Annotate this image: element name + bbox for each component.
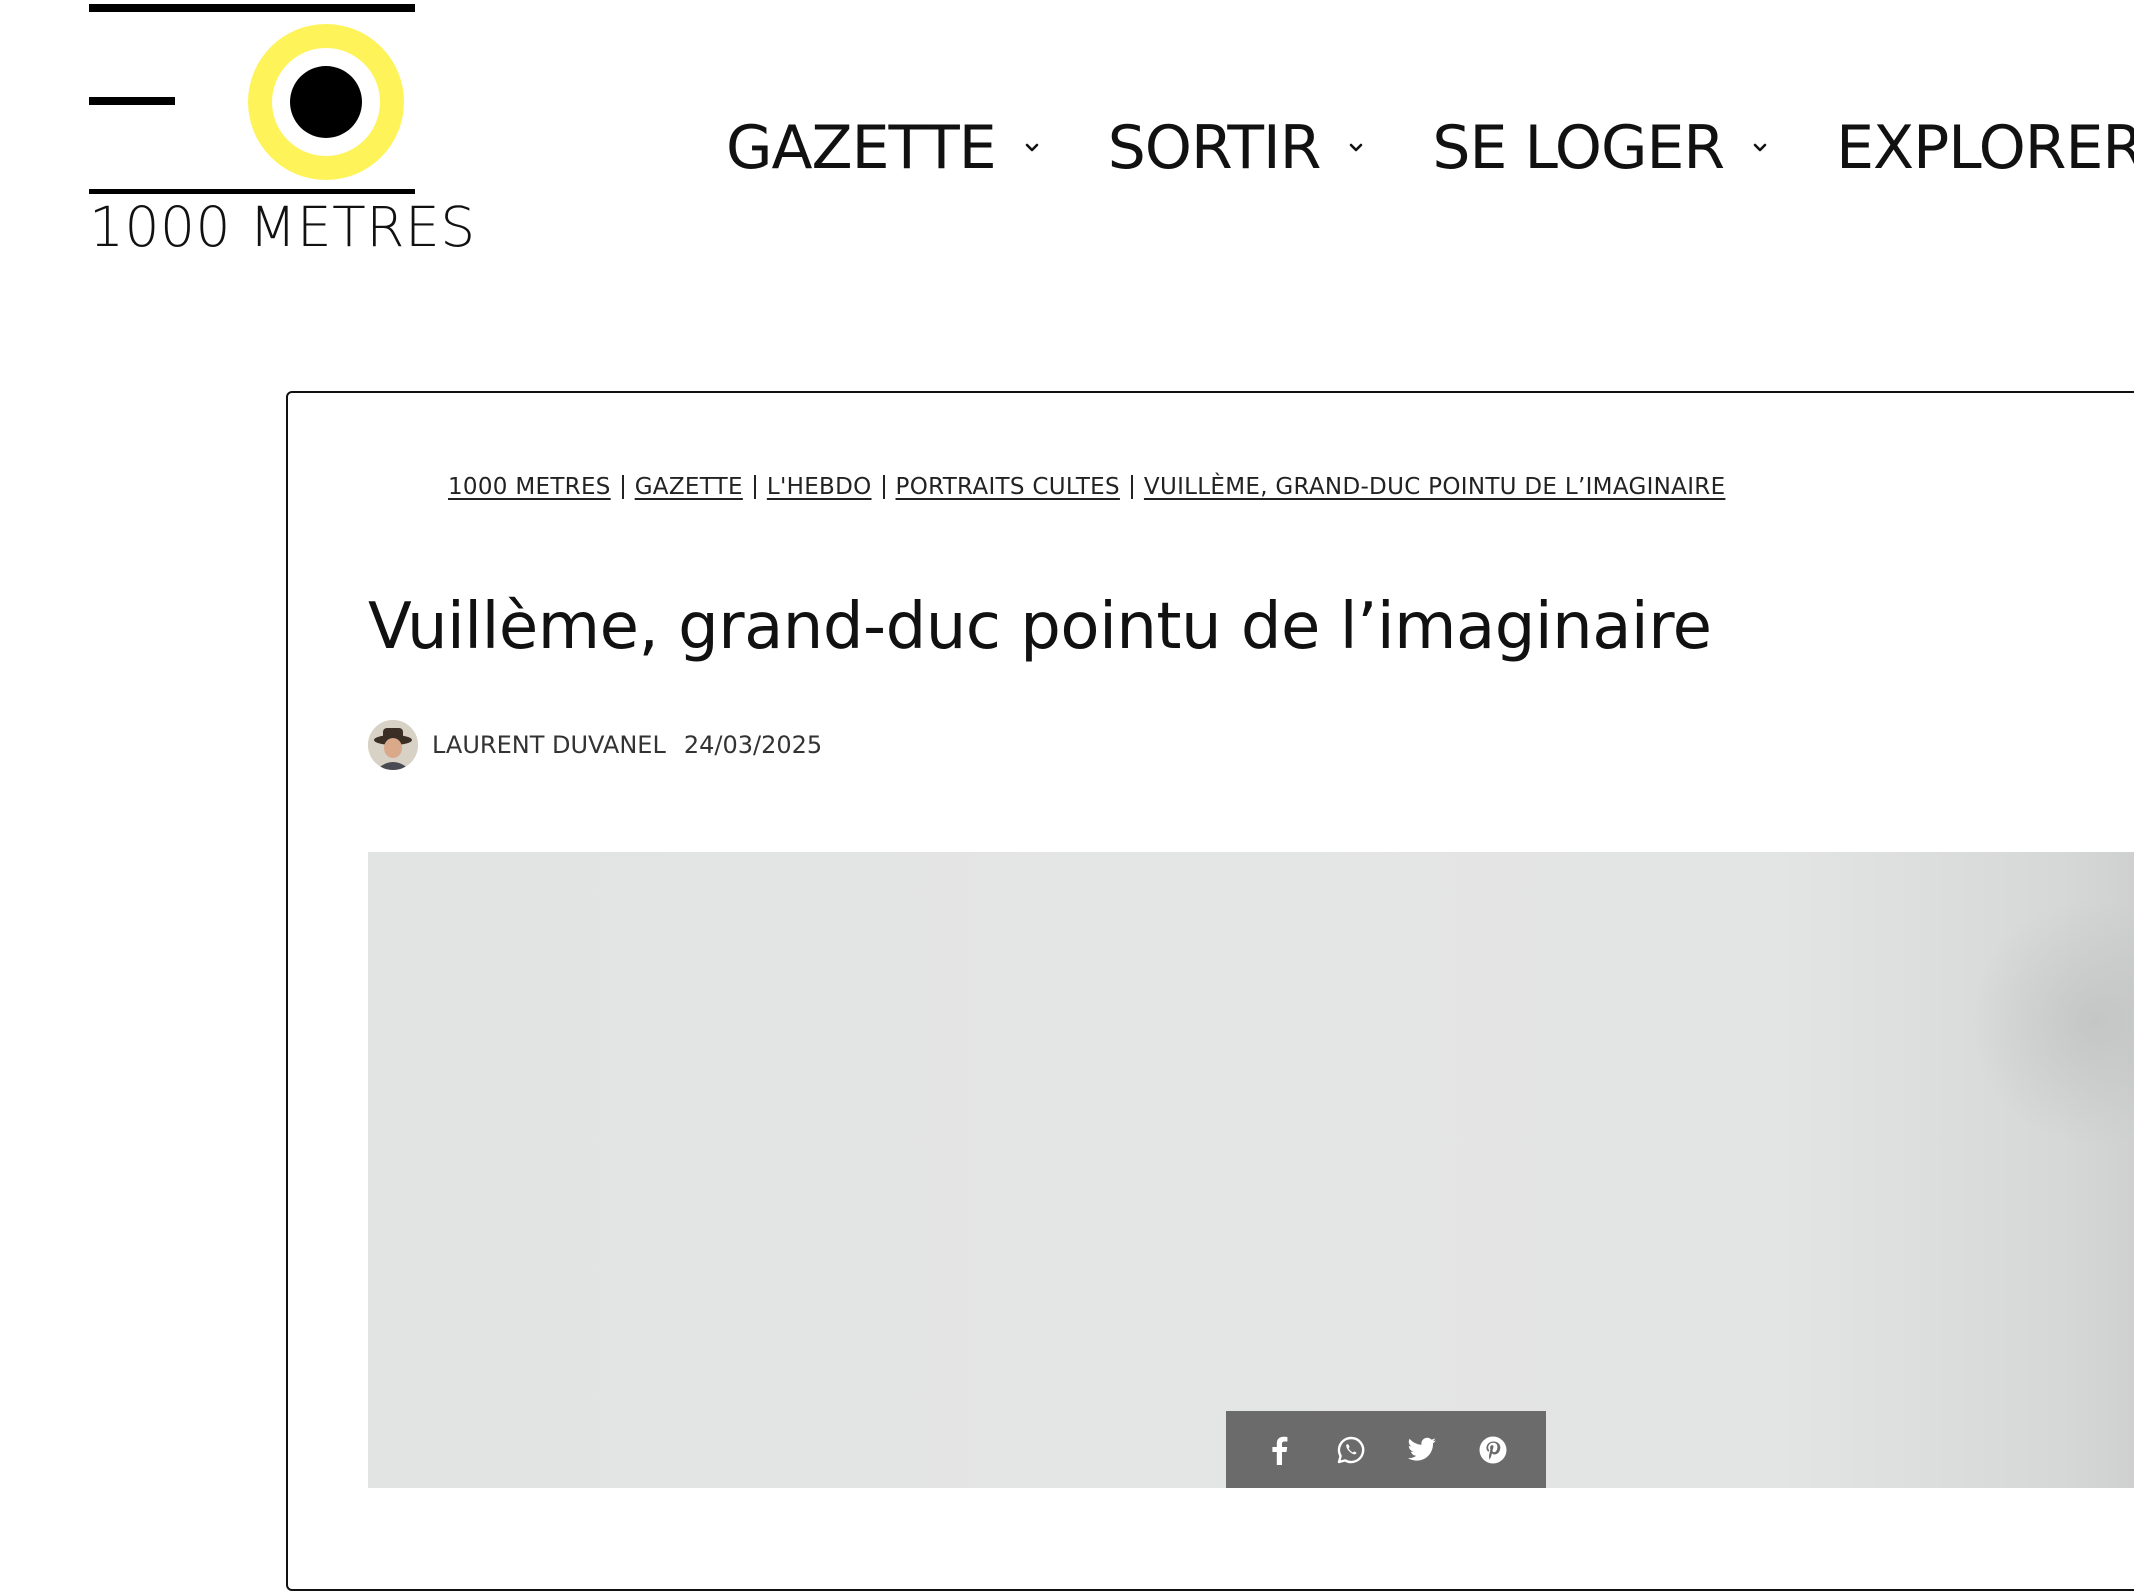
breadcrumb-link-hebdo[interactable]: L'HEBDO: [767, 474, 872, 500]
logo-text: 1000 METRES: [89, 195, 476, 259]
article-title: Vuillème, grand-duc pointu de l’imaginai…: [368, 590, 1712, 664]
chevron-down-icon: [1025, 143, 1039, 152]
breadcrumb-link-gazette[interactable]: GAZETTE: [635, 474, 743, 500]
share-twitter-button[interactable]: [1402, 1430, 1442, 1470]
chevron-down-icon: [1350, 143, 1363, 152]
site-logo[interactable]: 1000 METRES: [89, 4, 476, 259]
nav-label: SE LOGER: [1432, 113, 1725, 183]
nav-item-gazette[interactable]: GAZETTE: [726, 113, 1042, 183]
hero-image-shading: [1974, 892, 2134, 1152]
nav-label: EXPLORER: [1836, 113, 2134, 183]
author-avatar[interactable]: [368, 720, 418, 770]
breadcrumb-separator: [753, 475, 756, 499]
breadcrumb-separator: [621, 475, 624, 499]
byline: LAURENT DUVANEL 24/03/2025: [368, 720, 822, 770]
nav-item-sortir[interactable]: SORTIR: [1108, 113, 1367, 183]
whatsapp-icon: [1337, 1436, 1364, 1463]
hero-image: [368, 852, 2134, 1488]
logo-mark: [89, 4, 415, 194]
facebook-icon: [1271, 1436, 1287, 1465]
nav-item-explorer[interactable]: EXPLORER: [1836, 113, 2134, 183]
breadcrumb: 1000 METRES GAZETTE L'HEBDO PORTRAITS CU…: [448, 474, 1725, 500]
share-pinterest-button[interactable]: [1473, 1430, 1513, 1470]
twitter-icon: [1407, 1437, 1436, 1461]
breadcrumb-link-current[interactable]: VUILLÈME, GRAND-DUC POINTU DE L’IMAGINAI…: [1144, 474, 1725, 500]
author-name[interactable]: LAURENT DUVANEL: [432, 731, 666, 759]
breadcrumb-link-home[interactable]: 1000 METRES: [448, 474, 611, 500]
pinterest-icon: [1479, 1436, 1506, 1463]
main-nav: GAZETTE SORTIR SE LOGER EXPLORER: [726, 108, 2134, 188]
breadcrumb-link-portraits-cultes[interactable]: PORTRAITS CULTES: [896, 474, 1120, 500]
chevron-down-icon: [1753, 143, 1767, 152]
share-bar: [1226, 1411, 1546, 1488]
share-whatsapp-button[interactable]: [1331, 1430, 1371, 1470]
share-facebook-button[interactable]: [1260, 1430, 1300, 1470]
post-date: 24/03/2025: [683, 731, 823, 759]
breadcrumb-separator: [1130, 475, 1133, 499]
nav-label: GAZETTE: [726, 113, 997, 183]
breadcrumb-separator: [882, 475, 885, 499]
nav-label: SORTIR: [1107, 113, 1322, 183]
nav-item-se-loger[interactable]: SE LOGER: [1432, 113, 1770, 183]
